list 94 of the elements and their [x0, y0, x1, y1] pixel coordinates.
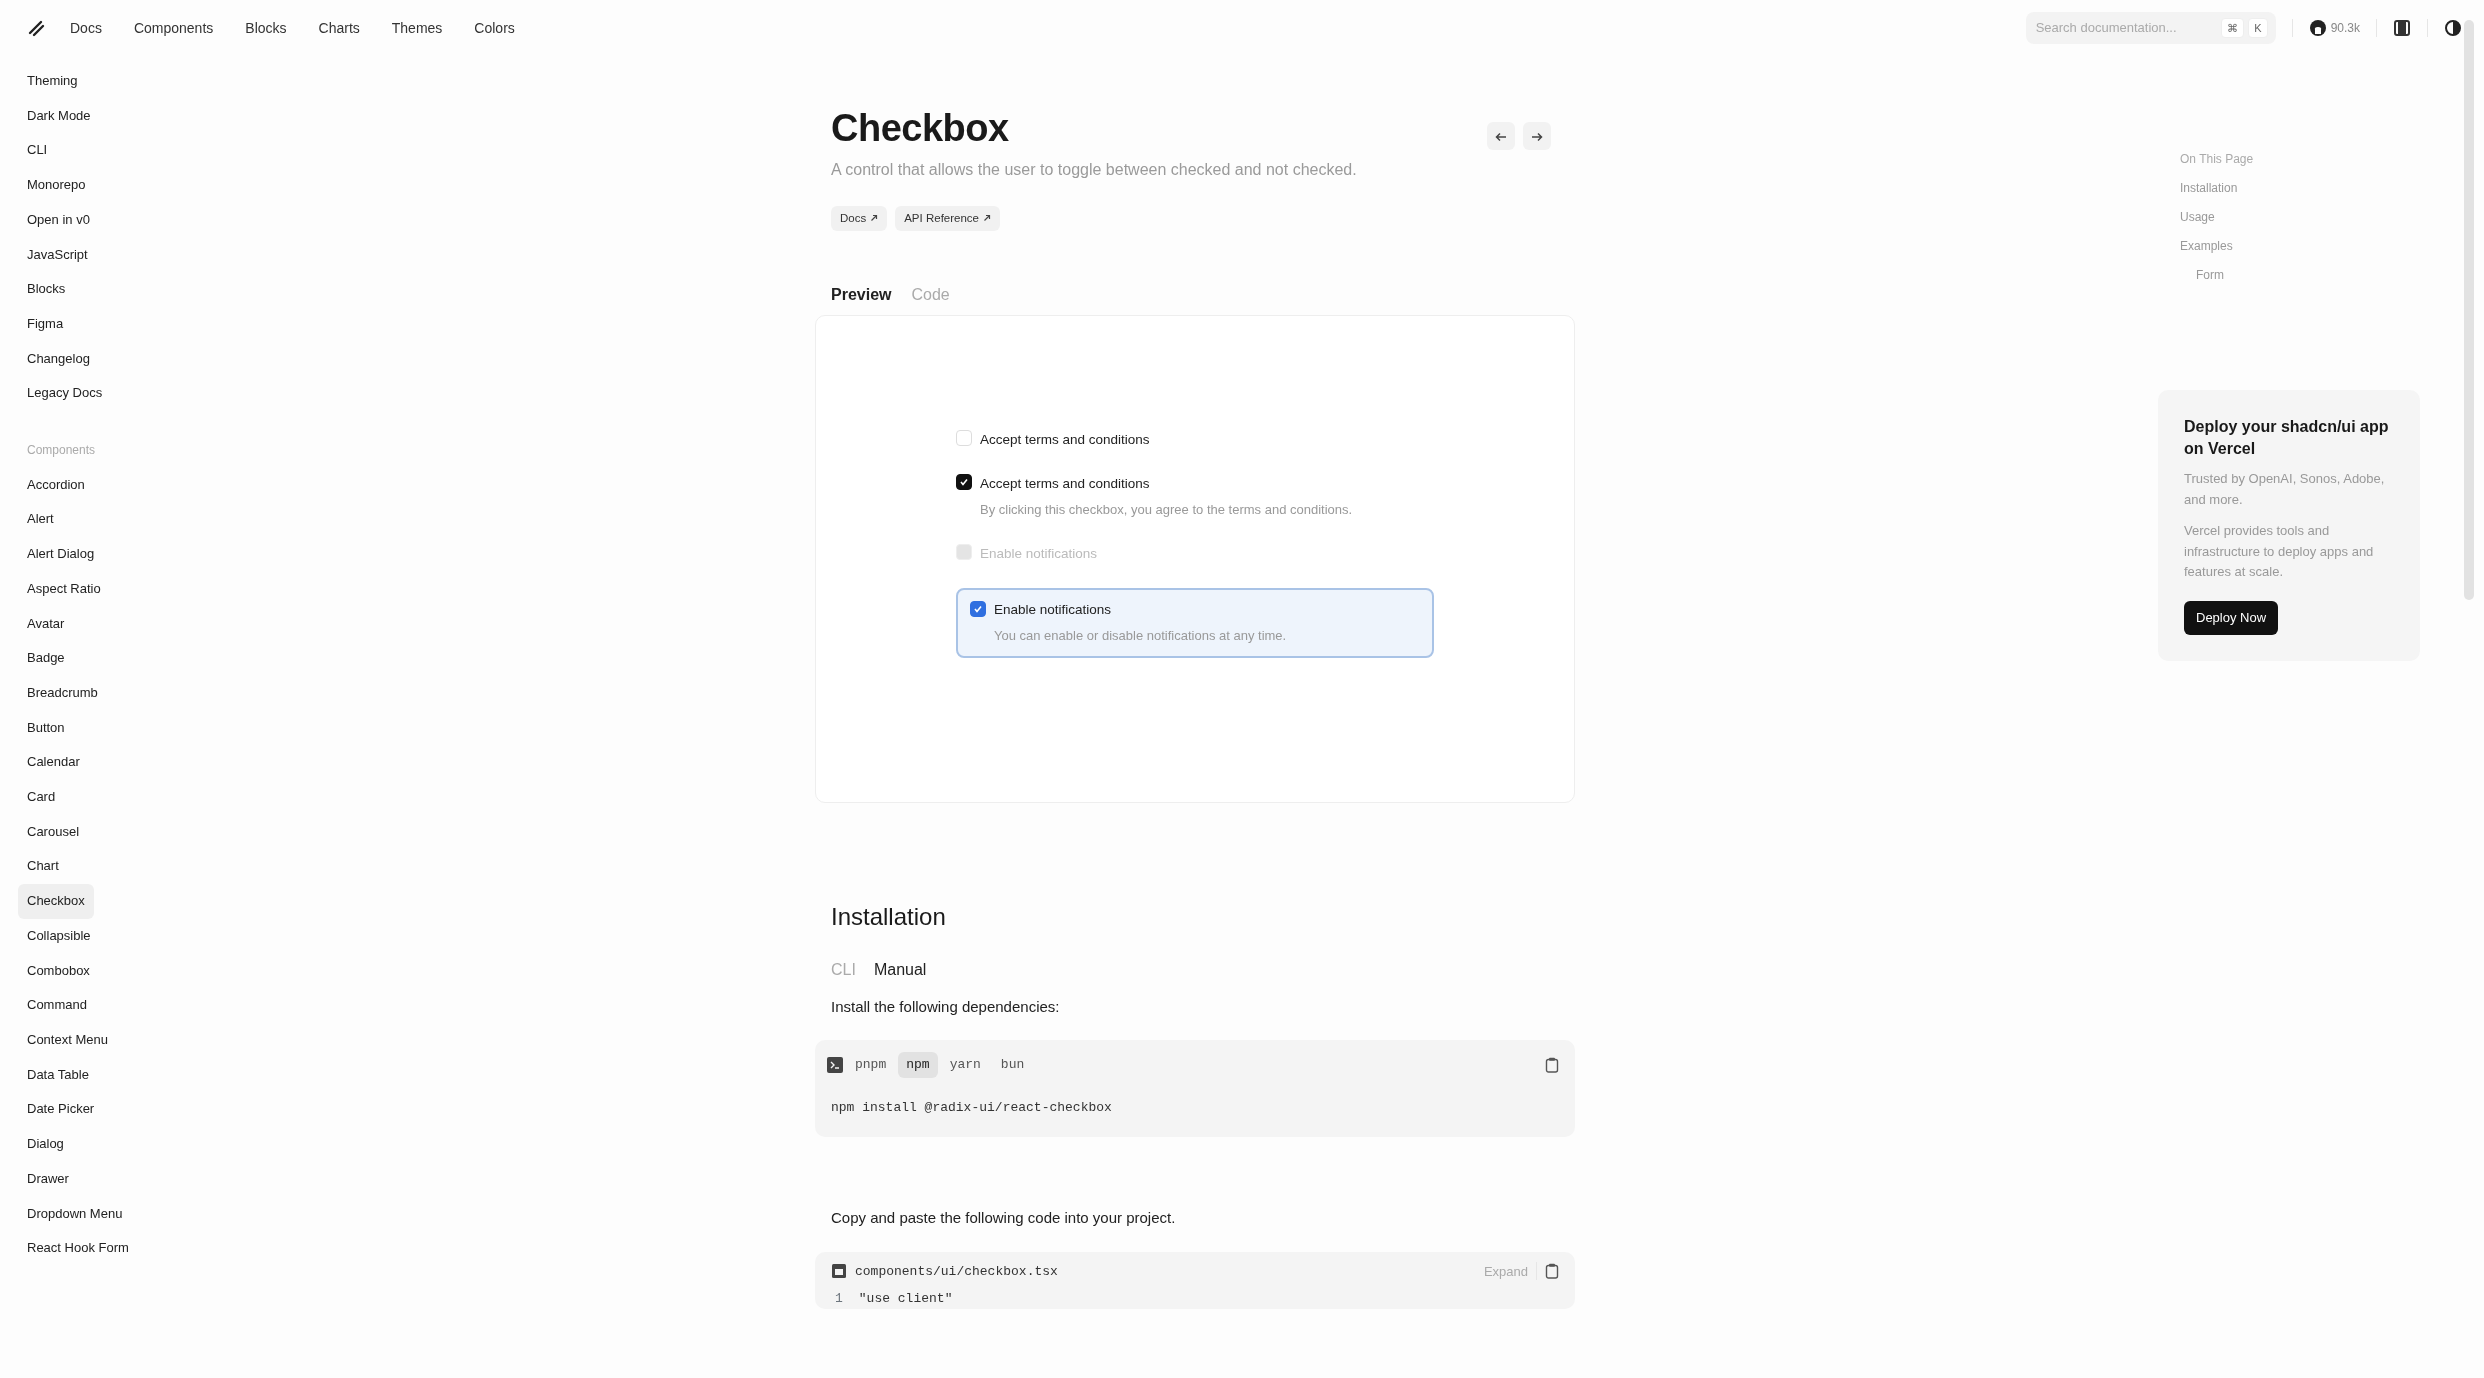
arrow-right-icon — [1531, 130, 1543, 143]
sidebar-item[interactable]: Context Menu — [18, 1023, 117, 1058]
sidebar-item[interactable]: Combobox — [18, 953, 99, 989]
line-number: 1 — [835, 1290, 843, 1309]
promo-text: Trusted by OpenAI, Sonos, Adobe, and more. — [2184, 470, 2386, 509]
checkbox-label: Enable notifications — [980, 544, 1098, 563]
sidebar-item[interactable]: Calendar — [18, 745, 89, 781]
sidebar-item[interactable]: Open in v0 — [18, 202, 99, 238]
external-link-icon — [983, 214, 991, 223]
sidebar-item[interactable]: Blocks — [18, 272, 75, 307]
sidebar-item[interactable]: Chart — [18, 849, 68, 885]
github-icon — [2308, 19, 2327, 37]
sidebar-item[interactable]: Drawer — [18, 1161, 78, 1197]
terminal-icon — [827, 1056, 843, 1073]
sidebar-item[interactable]: Data Table — [18, 1057, 98, 1093]
instruction-text: Copy and paste the following code into your project. — [831, 1208, 1177, 1229]
sidebar-item[interactable]: Alert Dialog — [18, 537, 104, 572]
checkbox-description: You can enable or disable notifications at any time. — [994, 627, 1287, 646]
nav-link[interactable]: Docs — [70, 17, 102, 39]
sidebar-item[interactable]: Theming — [18, 64, 87, 99]
checkbox-label: Accept terms and conditions — [980, 475, 1151, 494]
previous-button[interactable] — [1487, 122, 1515, 150]
sidebar-item[interactable]: Date Picker — [18, 1092, 104, 1128]
copy-icon[interactable] — [1545, 1056, 1559, 1073]
sidebar-item[interactable]: Command — [18, 988, 96, 1023]
search-input[interactable]: Search documentation... — [2033, 17, 2218, 39]
checkbox-label: Enable notifications — [994, 601, 1113, 620]
sidebar-item[interactable]: Figma — [18, 306, 73, 342]
file-name: components/ui/checkbox.tsx — [855, 1262, 1058, 1281]
sidebar-section-title: Components — [26, 442, 97, 460]
next-button[interactable] — [1523, 122, 1551, 150]
sidebar-item[interactable]: Collapsible — [18, 918, 100, 954]
nav-link[interactable]: Blocks — [245, 17, 287, 39]
sidebar-item[interactable]: Checkbox — [18, 884, 94, 919]
sidebar-item[interactable]: Dark Mode — [18, 98, 100, 134]
toc-title: On This Page — [2180, 151, 2255, 168]
github-link[interactable]: 90.3k — [2308, 19, 2360, 37]
sidebar-item[interactable]: Carousel — [18, 814, 89, 850]
nav-link[interactable]: Components — [133, 17, 214, 39]
sidebar-item[interactable]: Button — [18, 710, 74, 746]
sidebar-item[interactable]: Alert — [18, 502, 63, 538]
page-description: A control that allows the user to toggle between checked and not checked. — [831, 159, 1358, 180]
theme-toggle-icon[interactable] — [2444, 19, 2462, 37]
checkbox-label: Accept terms and conditions — [980, 430, 1150, 449]
tab[interactable]: npm — [898, 1052, 938, 1078]
nav-link[interactable]: Charts — [318, 17, 360, 39]
nav-link[interactable]: Themes — [391, 17, 443, 39]
copy-icon[interactable] — [1545, 1263, 1559, 1280]
check-icon — [973, 604, 983, 615]
sidebar-item[interactable]: Badge — [18, 641, 74, 676]
sidebar-item[interactable]: Accordion — [18, 467, 94, 503]
tab[interactable]: pnpm — [847, 1052, 895, 1078]
section-heading: Installation — [831, 902, 947, 932]
code-line: npm install @radix-ui/react-checkbox — [830, 1098, 1113, 1117]
sidebar-item[interactable]: Aspect Ratio — [18, 571, 110, 607]
checkbox[interactable] — [970, 601, 986, 618]
checkbox-description: By clicking this checkbox, you agree to the terms and conditions. — [980, 501, 1353, 520]
tab[interactable]: Preview — [831, 282, 892, 307]
sidebar-item[interactable]: Dialog — [18, 1127, 73, 1162]
doc-link[interactable]: API Reference — [895, 205, 1000, 231]
deploy-button[interactable]: Deploy Now — [2184, 601, 2279, 635]
sidebar-item[interactable]: Dropdown Menu — [18, 1196, 132, 1232]
sidebar-item[interactable]: Breadcrumb — [18, 675, 107, 711]
sidebar-item[interactable]: Legacy Docs — [18, 376, 112, 412]
instruction-text: Install the following dependencies: — [831, 996, 1061, 1017]
promo-text: Vercel provides tools and infrastructure to deploy apps and features at scale. — [2184, 521, 2375, 582]
sidebar-item[interactable]: Changelog — [18, 341, 99, 377]
scrollbar[interactable] — [2464, 20, 2474, 600]
promo-title: Deploy your shadcn/ui app on Vercel — [2184, 417, 2390, 459]
doc-link[interactable]: Docs — [831, 205, 888, 231]
sidebar-item[interactable]: Monorepo — [18, 168, 95, 203]
shortcut-key: K — [2248, 17, 2268, 39]
layout-icon[interactable] — [2393, 19, 2411, 37]
tab[interactable]: yarn — [941, 1052, 989, 1078]
checkbox[interactable] — [956, 474, 972, 491]
arrow-left-icon — [1495, 130, 1507, 143]
search-field[interactable]: Search documentation... ⌘ K — [2025, 12, 2276, 44]
check-icon — [959, 477, 969, 488]
sidebar-item[interactable]: Card — [18, 780, 65, 815]
file-icon — [831, 1263, 847, 1280]
sidebar-item[interactable]: Avatar — [18, 606, 74, 642]
external-link-icon — [870, 214, 879, 223]
sidebar-item[interactable]: React Hook Form — [18, 1231, 138, 1266]
tab[interactable]: Manual — [873, 957, 927, 982]
logo-icon[interactable] — [26, 18, 46, 38]
sidebar-item[interactable]: JavaScript — [18, 237, 97, 273]
tab[interactable]: bun — [992, 1052, 1033, 1078]
code-line: "use client" — [858, 1290, 953, 1309]
sidebar-item[interactable]: CLI — [18, 133, 57, 169]
page-title: Checkbox — [831, 106, 1010, 151]
shortcut-key: ⌘ — [2221, 17, 2245, 39]
star-count: 90.3k — [2330, 20, 2360, 37]
nav-link[interactable]: Colors — [474, 17, 515, 39]
checkbox-card[interactable]: Enable notifications You can enable or disable notifications at any time. — [956, 588, 1434, 658]
